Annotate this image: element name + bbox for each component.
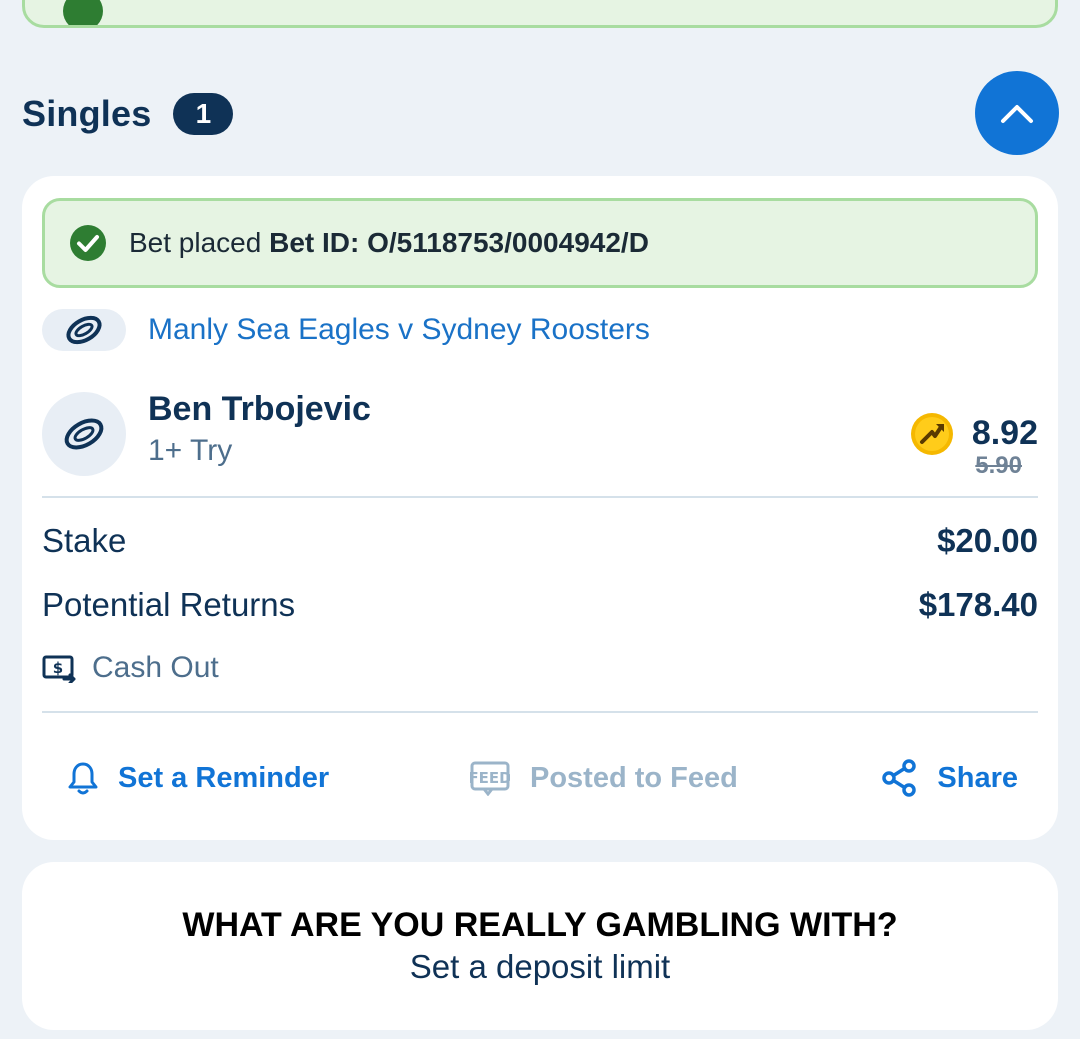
singles-section-header: Singles 1 — [22, 90, 234, 138]
event-row: Manly Sea Eagles v Sydney Roosters — [42, 308, 650, 352]
bell-icon — [68, 762, 98, 795]
singles-title: Singles — [22, 93, 152, 134]
cash-out-icon: $ — [42, 655, 76, 683]
set-reminder-label: Set a Reminder — [118, 761, 330, 794]
bet-id: Bet ID: O/5118753/0004942/D — [269, 227, 649, 258]
market-name: 1+ Try — [148, 434, 233, 467]
divider — [42, 496, 1038, 498]
set-reminder-button[interactable]: Set a Reminder — [68, 754, 329, 802]
deposit-limit-link[interactable]: Set a deposit limit — [22, 948, 1058, 986]
bet-status: Bet placed — [129, 227, 262, 258]
posted-to-feed-button: FEED Posted to Feed — [470, 754, 738, 802]
stake-value: $20.00 — [937, 522, 1038, 559]
nrl-league-icon — [42, 392, 126, 476]
share-label: Share — [937, 761, 1018, 794]
cash-out-indicator: $ Cash Out — [42, 650, 219, 686]
svg-text:FEED: FEED — [470, 769, 510, 787]
divider — [42, 711, 1038, 713]
collapse-singles-button[interactable] — [975, 71, 1059, 155]
boosted-odds: 8.92 — [971, 414, 1038, 452]
svg-text:$: $ — [53, 659, 63, 677]
stake-label: Stake — [42, 522, 127, 559]
share-icon — [882, 759, 917, 797]
check-circle-icon — [63, 0, 103, 25]
returns-label: Potential Returns — [42, 586, 296, 623]
chevron-up-icon — [1001, 105, 1033, 123]
singles-count-badge: 1 — [173, 93, 234, 135]
cash-out-label: Cash Out — [92, 651, 219, 684]
bet-card: Bet placed Bet ID: O/5118753/0004942/D M… — [22, 176, 1058, 840]
responsible-gambling-card: WHAT ARE YOU REALLY GAMBLING WITH? Set a… — [22, 862, 1058, 1030]
odds-boost-icon — [911, 413, 953, 455]
feed-icon: FEED — [470, 761, 510, 796]
responsible-gambling-title: WHAT ARE YOU REALLY GAMBLING WITH? — [182, 906, 898, 944]
bet-placed-message: Bet placed Bet ID: O/5118753/0004942/D — [129, 227, 649, 259]
posted-to-feed-label: Posted to Feed — [530, 761, 738, 794]
original-odds: 5.90 — [975, 452, 1022, 479]
event-link[interactable]: Manly Sea Eagles v Sydney Roosters — [148, 313, 650, 347]
bet-placed-banner: Bet placed Bet ID: O/5118753/0004942/D — [42, 198, 1038, 288]
previous-notice-banner — [22, 0, 1058, 28]
selection-name: Ben Trbojevic — [148, 390, 371, 428]
share-button[interactable]: Share — [881, 754, 1018, 802]
bet-actions: Set a Reminder FEED Posted to Feed Share — [42, 754, 1038, 802]
stake-row: Stake $20.00 — [42, 522, 1038, 566]
selection-row: Ben Trbojevic 1+ Try 8.92 5.90 — [42, 390, 1038, 479]
nrl-league-icon — [42, 309, 126, 351]
returns-row: Potential Returns $178.40 — [42, 586, 1038, 630]
check-circle-icon — [70, 225, 106, 261]
returns-value: $178.40 — [918, 586, 1038, 623]
